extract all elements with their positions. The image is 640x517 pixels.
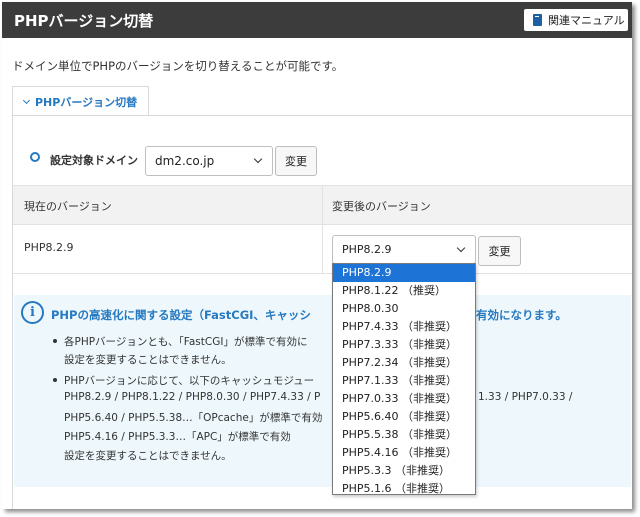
version-option[interactable]: PHP7.4.33 （非推奨） <box>333 318 475 336</box>
page-title: PHPバージョン切替 <box>14 12 154 30</box>
version-dropdown-list: PHP8.2.9 PHP8.1.22 （推奨） PHP8.0.30 PHP7.4.33… <box>332 263 476 495</box>
bullet-dot <box>53 339 57 343</box>
version-option[interactable]: PHP5.1.6 （非推奨） <box>333 480 475 498</box>
related-manual-label: 関連マニュアル <box>548 14 625 27</box>
chevron-down-icon <box>456 243 466 252</box>
version-option[interactable]: PHP7.1.33 （非推奨） <box>333 372 475 390</box>
version-select-value: PHP8.2.9 <box>342 243 392 256</box>
current-version-value: PHP8.2.9 <box>24 241 74 254</box>
page-header: PHPバージョン切替 関連マニュアル <box>2 2 632 38</box>
current-version-header: 現在のバージョン <box>24 200 112 213</box>
version-option[interactable]: PHP5.6.40 （非推奨） <box>333 408 475 426</box>
version-option[interactable]: PHP7.0.33 （非推奨） <box>333 390 475 408</box>
php-version-panel: PHPバージョン切替 関連マニュアル ドメイン単位でPHPのバージョンを切り替え… <box>2 2 632 509</box>
info-bullet-2-line-5: 設定を変更することはできません。 <box>64 450 232 462</box>
version-option[interactable]: PHP8.0.30 <box>333 300 475 318</box>
version-option[interactable]: PHP5.5.38 （非推奨） <box>333 426 475 444</box>
info-bullet-2-line-2-tail: 1.33 / PHP7.0.33 / <box>478 391 573 403</box>
tab-label: PHPバージョン切替 <box>35 95 138 109</box>
info-title: PHPの高速化に関する設定（FastCGI、キャッシ <box>51 308 311 322</box>
domain-select[interactable]: dm2.co.jp <box>145 146 273 176</box>
bullet-dot <box>53 378 57 382</box>
domain-select-value: dm2.co.jp <box>155 154 215 168</box>
info-bullet-2-line-3: PHP5.6.40 / PHP5.5.38…「OPcache」が標準で有効 <box>64 412 323 424</box>
chevron-down-icon <box>253 154 263 164</box>
version-option[interactable]: PHP7.2.34 （非推奨） <box>333 354 475 372</box>
info-bullet-2-line-1: PHPバージョンに応じて、以下のキャッシュモジュー <box>64 375 315 387</box>
related-manual-button[interactable]: 関連マニュアル <box>524 9 628 31</box>
version-option[interactable]: PHP5.3.3 （非推奨） <box>333 462 475 480</box>
manual-book-icon <box>533 14 542 26</box>
version-option[interactable]: PHP5.4.16 （非推奨） <box>333 444 475 462</box>
info-bullet-1-line-2: 設定を変更することはできません。 <box>64 354 232 366</box>
info-bullet-1-line-1: 各PHPバージョンとも、「FastCGI」が標準で有効に <box>64 336 308 348</box>
column-divider <box>322 185 323 273</box>
version-option[interactable]: PHP7.3.33 （非推奨） <box>333 336 475 354</box>
version-select[interactable]: PHP8.2.9 <box>332 235 476 264</box>
info-icon: i <box>21 301 44 324</box>
info-bullet-2-line-4: PHP5.4.16 / PHP5.3.3…「APC」が標準で有効 <box>64 431 291 443</box>
version-change-button[interactable]: 変更 <box>478 236 521 266</box>
new-version-header: 変更後のバージョン <box>332 200 431 213</box>
domain-change-button[interactable]: 変更 <box>275 146 317 176</box>
info-title-tail: 有効になります。 <box>476 308 567 322</box>
version-option[interactable]: PHP8.1.22 （推奨） <box>333 282 475 300</box>
tab-php-version-switch[interactable]: PHPバージョン切替 <box>12 86 149 116</box>
info-bullet-2-line-2: PHP8.2.9 / PHP8.1.22 / PHP8.0.30 / PHP7.… <box>64 391 321 403</box>
domain-radio-button[interactable] <box>30 152 40 162</box>
table-row-divider <box>13 273 632 274</box>
chevron-down-icon <box>22 96 31 104</box>
version-option[interactable]: PHP8.2.9 <box>333 264 475 282</box>
page-description: ドメイン単位でPHPのバージョンを切り替えることが可能です。 <box>12 59 344 73</box>
target-domain-label: 設定対象ドメイン <box>50 154 138 167</box>
